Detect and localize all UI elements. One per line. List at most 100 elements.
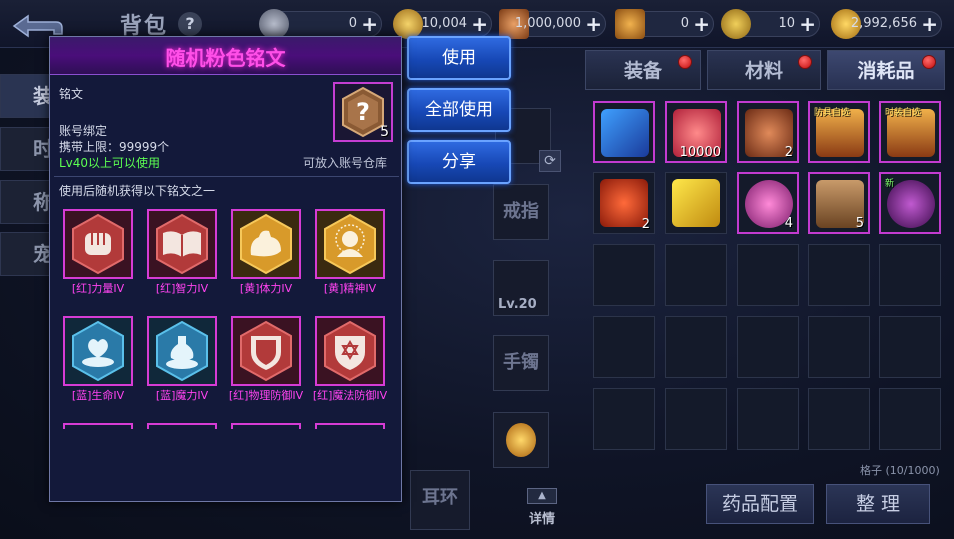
- item-tag: 防具自选: [814, 108, 851, 118]
- tab-equipment[interactable]: 装备: [585, 50, 701, 90]
- notification-dot: [922, 55, 936, 69]
- rune-icon-frame: [63, 316, 133, 386]
- add-box-button[interactable]: +: [693, 13, 710, 35]
- rune-name: [红]力量IV: [71, 282, 125, 295]
- currency-value: 0: [680, 16, 689, 31]
- use-button[interactable]: 使用: [407, 36, 511, 80]
- bind-type: 账号绑定: [59, 124, 108, 138]
- rune-icon-frame: [231, 316, 301, 386]
- rune-item-partial[interactable]: [231, 423, 301, 429]
- tab-label: 材料: [744, 60, 783, 82]
- rune-item-partial[interactable]: [147, 423, 217, 429]
- fist-icon: [72, 213, 124, 275]
- inventory-empty-slot[interactable]: [879, 244, 941, 306]
- inventory-empty-slot[interactable]: [737, 244, 799, 306]
- warehouse-note: 可放入账号仓库: [303, 156, 388, 170]
- rune-item-partial[interactable]: [63, 423, 133, 429]
- sort-button[interactable]: 整 理: [826, 484, 930, 524]
- med-config-button[interactable]: 药品配置: [706, 484, 814, 524]
- help-icon[interactable]: ?: [178, 12, 202, 36]
- inventory-empty-slot[interactable]: [808, 316, 870, 378]
- add-coin-button[interactable]: +: [471, 13, 488, 35]
- currency-gold: 2,992,656 +: [831, 9, 942, 39]
- random-description: 使用后随机获得以下铭文之一: [59, 184, 216, 198]
- equip-slot-ring[interactable]: 戒指: [493, 184, 549, 240]
- inventory-empty-slot[interactable]: [737, 316, 799, 378]
- refresh-icon[interactable]: ⟳: [539, 150, 561, 172]
- rune-name: [蓝]魔力IV: [155, 389, 209, 402]
- inventory-empty-slot[interactable]: [665, 316, 727, 378]
- slot-level-label: Lv.20: [498, 297, 537, 312]
- inventory-item[interactable]: 5: [808, 172, 870, 234]
- inventory-item[interactable]: [593, 101, 655, 163]
- inventory-item[interactable]: 2: [737, 101, 799, 163]
- inventory-empty-slot[interactable]: [593, 388, 655, 450]
- rune-name: [黄]体力IV: [239, 282, 293, 295]
- equip-slot-medal[interactable]: [493, 412, 549, 468]
- use-all-button[interactable]: 全部使用: [407, 88, 511, 132]
- rune-item-partial[interactable]: [315, 423, 385, 429]
- rune-name: [红]智力IV: [155, 282, 209, 295]
- muscle-arm-icon: [240, 213, 292, 275]
- inventory-item[interactable]: 10000: [665, 101, 727, 163]
- currency-value: 2,992,656: [850, 16, 917, 31]
- inventory-empty-slot[interactable]: [593, 316, 655, 378]
- inventory-item[interactable]: 新: [879, 172, 941, 234]
- rune-item[interactable]: [黄]精神IV: [315, 209, 385, 296]
- inventory-empty-slot[interactable]: [665, 244, 727, 306]
- tab-label: 消耗品: [857, 60, 915, 82]
- add-gem-button[interactable]: +: [361, 13, 378, 35]
- rune-item[interactable]: [红]物理防御IV: [229, 316, 303, 403]
- currency-token: 10 +: [721, 9, 820, 39]
- svg-text:?: ?: [356, 98, 370, 126]
- inventory-item[interactable]: [665, 172, 727, 234]
- left-tab-equip[interactable]: 装: [0, 74, 54, 118]
- share-button[interactable]: 分享: [407, 140, 511, 184]
- left-tab-pet[interactable]: 宠: [0, 232, 54, 276]
- magic-shield-icon: [324, 320, 376, 382]
- rune-item[interactable]: [蓝]魔力IV: [147, 316, 217, 403]
- inventory-item[interactable]: 2: [593, 172, 655, 234]
- equip-slot-earring[interactable]: 耳环: [410, 470, 470, 530]
- tab-materials[interactable]: 材料: [707, 50, 821, 90]
- item-tag: 时装自选: [885, 108, 922, 118]
- game-screen: 背包 ? 0 + 10,004 + 1,000,000 + 0 + 10 + 2…: [0, 0, 954, 539]
- inventory-item[interactable]: 4: [737, 172, 799, 234]
- detail-button[interactable]: ▲ 详情: [520, 488, 564, 528]
- inventory-empty-slot[interactable]: [593, 244, 655, 306]
- add-gold-button[interactable]: +: [921, 13, 938, 35]
- notification-dot: [678, 55, 692, 69]
- inventory-item[interactable]: 时装自选: [879, 101, 941, 163]
- item-detail-popup: 随机粉色铭文 铭文 ? 5 账号绑定 携带上限：99999个 Lv40以上可以使…: [49, 36, 402, 502]
- equip-slot-necklace[interactable]: Lv.20: [493, 260, 549, 316]
- left-tab-fashion[interactable]: 时: [0, 127, 54, 171]
- inventory-empty-slot[interactable]: [879, 388, 941, 450]
- inventory-empty-slot[interactable]: [808, 244, 870, 306]
- medal-icon: [506, 423, 536, 457]
- item-qty: 2: [784, 145, 793, 160]
- inventory-empty-slot[interactable]: [879, 316, 941, 378]
- rune-item[interactable]: [红]魔法防御IV: [313, 316, 387, 403]
- add-cake-button[interactable]: +: [585, 13, 602, 35]
- coin-icon: [393, 9, 423, 39]
- inventory-empty-slot[interactable]: [665, 388, 727, 450]
- item-qty: 5: [855, 216, 864, 231]
- inventory-empty-slot[interactable]: [737, 388, 799, 450]
- add-token-button[interactable]: +: [799, 13, 816, 35]
- rune-item[interactable]: [红]智力IV: [147, 209, 217, 296]
- rune-item[interactable]: [黄]体力IV: [231, 209, 301, 296]
- item-category: 铭文: [59, 87, 84, 101]
- notification-dot: [798, 55, 812, 69]
- equip-slot-bracelet[interactable]: 手镯: [493, 335, 549, 391]
- item-qty: 10000: [679, 145, 721, 160]
- tab-consumables[interactable]: 消耗品: [827, 50, 945, 90]
- rune-item[interactable]: [蓝]生命IV: [63, 316, 133, 403]
- currency-value: 0: [348, 16, 357, 31]
- rune-name: [红]物理防御IV: [228, 389, 304, 402]
- inventory-item[interactable]: 防具自选: [808, 101, 870, 163]
- popup-header: 随机粉色铭文: [50, 37, 401, 75]
- heart-life-icon: [72, 320, 124, 382]
- rune-item[interactable]: [红]力量IV: [63, 209, 133, 296]
- left-tab-title[interactable]: 称: [0, 180, 54, 224]
- inventory-empty-slot[interactable]: [808, 388, 870, 450]
